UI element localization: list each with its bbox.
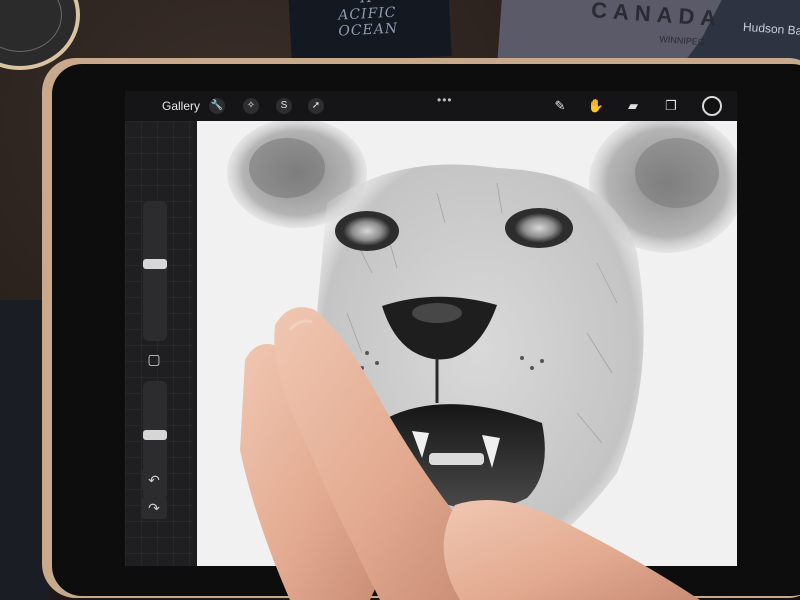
- transform-arrow-icon[interactable]: ➚: [308, 98, 324, 114]
- redo-button[interactable]: ↷: [141, 497, 167, 519]
- coaster-ring: [0, 0, 62, 52]
- magic-wand-icon[interactable]: ✧: [243, 98, 259, 114]
- map-country-label: CANADA: [590, 0, 724, 32]
- layers-icon[interactable]: ❐: [662, 97, 680, 115]
- left-eye: [343, 216, 391, 246]
- selection-icon[interactable]: S: [276, 98, 292, 114]
- brush-size-thumb[interactable]: [143, 259, 167, 269]
- book-title: H ACIFIC OCEAN: [306, 0, 428, 41]
- brush-opacity-thumb[interactable]: [143, 430, 167, 440]
- procreate-toolbar: Gallery 🔧 ✧ S ➚ ••• ✎ ✋ ▰ ❐: [125, 91, 737, 121]
- smudge-icon[interactable]: ✋: [587, 97, 605, 115]
- undo-button[interactable]: ↶: [141, 469, 167, 491]
- eraser-icon[interactable]: ▰: [624, 97, 642, 115]
- more-dots-icon[interactable]: •••: [437, 93, 453, 107]
- brush-size-slider[interactable]: [143, 201, 167, 341]
- map-city-label: WINNIPEG: [659, 33, 706, 48]
- photo-scene: H ACIFIC OCEAN CANADA Hudson Bay WINNIPE…: [0, 0, 800, 600]
- procreate-screen: Gallery 🔧 ✧ S ➚ ••• ✎ ✋ ▰ ❐ ▢ ↶ ↷: [125, 91, 737, 566]
- wrench-icon[interactable]: 🔧: [209, 98, 225, 114]
- color-picker-button[interactable]: [702, 96, 722, 116]
- brush-icon[interactable]: ✎: [551, 97, 569, 115]
- modify-button[interactable]: ▢: [144, 349, 164, 369]
- book-cover: H ACIFIC OCEAN: [288, 0, 452, 65]
- right-eye: [514, 213, 564, 243]
- side-toolbar: ▢ ↶ ↷: [125, 121, 193, 566]
- gallery-button[interactable]: Gallery: [162, 99, 200, 113]
- drawing-canvas[interactable]: [197, 113, 737, 566]
- lower-teeth: [429, 453, 484, 465]
- lion-sketch: [227, 113, 737, 566]
